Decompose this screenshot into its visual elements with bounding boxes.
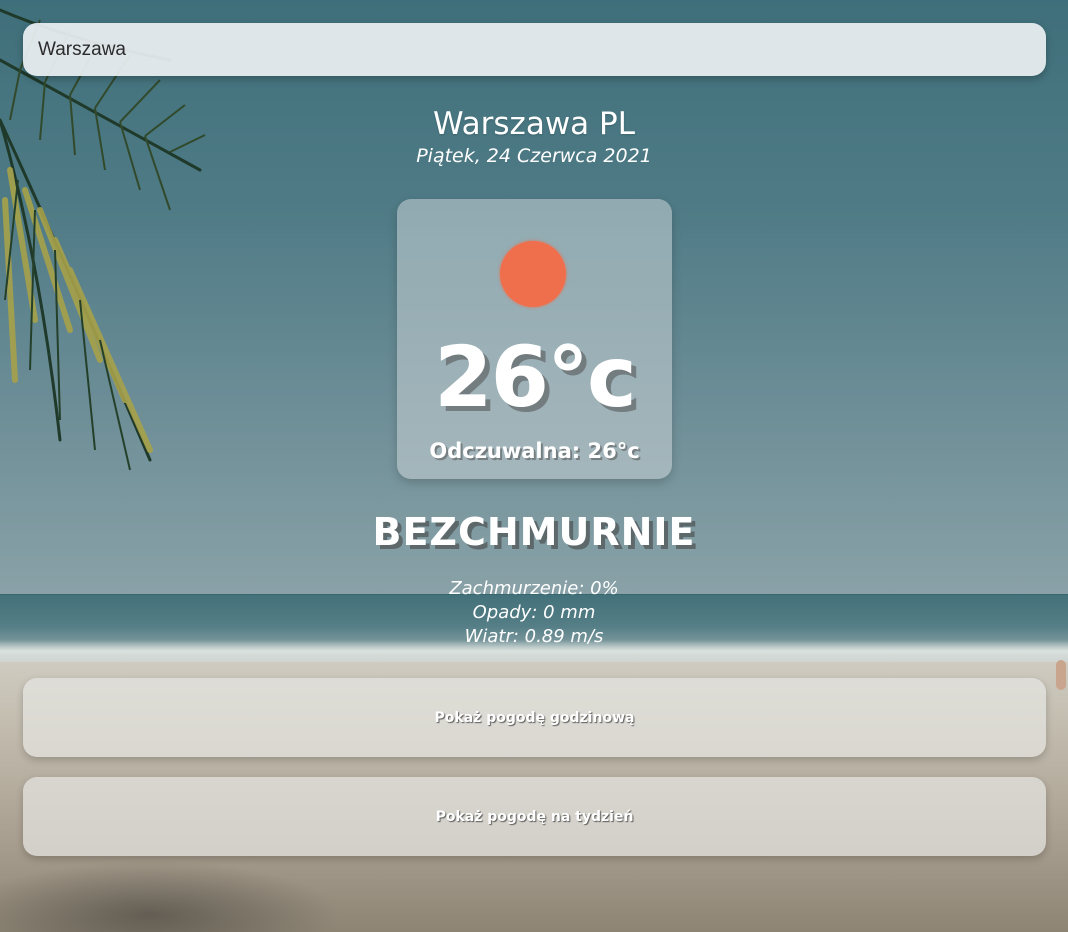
wind-value: Wiatr: 0.89 m/s: [464, 626, 604, 647]
location-title: Warszawa PL: [433, 106, 635, 142]
cloudiness-value: Zachmurzenie: 0%: [449, 578, 619, 599]
show-hourly-weather-button[interactable]: Pokaż pogodę godzinową: [23, 678, 1046, 757]
background-shadow: [0, 860, 340, 932]
current-weather-card: 26°c Odczuwalna: 26°c: [397, 199, 672, 479]
weather-condition: BEZCHMURNIE: [372, 510, 696, 554]
sun-icon: [500, 241, 566, 307]
weather-details: Zachmurzenie: 0% Opady: 0 mm Wiatr: 0.89…: [0, 577, 1068, 649]
feels-like-temperature: Odczuwalna: 26°c: [429, 439, 640, 463]
background-person: [1056, 660, 1066, 690]
show-weekly-weather-button[interactable]: Pokaż pogodę na tydzień: [23, 777, 1046, 856]
precipitation-value: Opady: 0 mm: [472, 602, 596, 623]
temperature-value: 26°c: [434, 328, 637, 426]
current-date: Piątek, 24 Czerwca 2021: [416, 145, 652, 167]
city-search-input[interactable]: [23, 23, 1046, 76]
